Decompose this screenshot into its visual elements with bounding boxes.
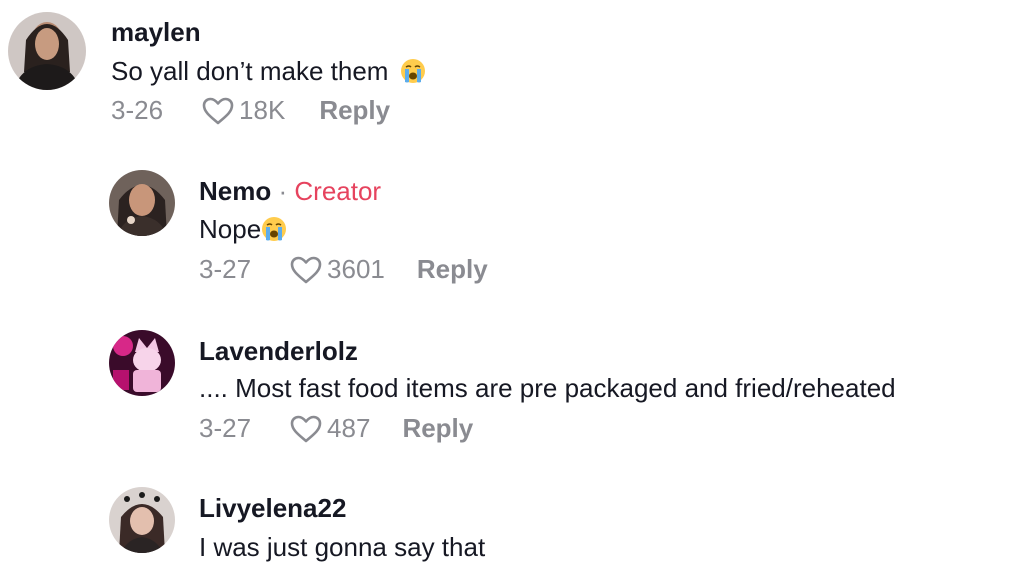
avatar[interactable] <box>109 330 175 396</box>
comment-username[interactable]: Lavenderlolz <box>199 336 358 367</box>
reply-button[interactable]: Reply <box>402 413 473 444</box>
like-button[interactable]: 487 <box>289 413 370 444</box>
loudly-crying-face-icon <box>261 216 287 242</box>
like-count: 487 <box>327 413 371 443</box>
avatar[interactable] <box>8 12 86 90</box>
comment-meta: 3-27 3601 Reply <box>199 254 488 285</box>
avatar[interactable] <box>109 487 175 553</box>
comment-text-content: So yall don’t make them <box>111 56 389 86</box>
like-button[interactable]: 3601 <box>289 254 385 285</box>
comment-date: 3-26 <box>111 95 164 125</box>
comment-text: So yall don’t make them <box>111 56 426 87</box>
reply-button[interactable]: Reply <box>319 95 390 126</box>
creator-separator: · <box>278 176 288 206</box>
avatar[interactable] <box>109 170 175 236</box>
like-count: 18K <box>239 95 286 125</box>
comment-text: I was just gonna say that <box>199 532 486 562</box>
comment-meta: 3-26 18K Reply <box>111 95 390 126</box>
heart-outline-icon <box>290 415 322 442</box>
comment-date: 3-27 <box>199 254 252 284</box>
comment-username[interactable]: maylen <box>111 17 201 48</box>
heart-outline-icon <box>290 256 322 283</box>
loudly-crying-face-icon <box>400 58 426 84</box>
reply-button[interactable]: Reply <box>417 254 488 285</box>
comment-text: .... Most fast food items are pre packag… <box>199 373 896 403</box>
heart-outline-icon <box>202 97 234 124</box>
comment-text-content: Nope <box>199 214 262 244</box>
comment-date: 3-27 <box>199 413 252 443</box>
comment-text: Nope <box>199 214 287 245</box>
like-button[interactable]: 18K <box>201 95 285 126</box>
comment-username[interactable]: Nemo <box>199 176 271 206</box>
like-count: 3601 <box>327 254 385 284</box>
comment-meta: 3-27 487 Reply <box>199 413 473 444</box>
creator-badge: Creator <box>294 176 382 206</box>
comment-username[interactable]: Livyelena22 <box>199 493 346 524</box>
comment-username-row: Nemo · Creator <box>199 176 381 207</box>
